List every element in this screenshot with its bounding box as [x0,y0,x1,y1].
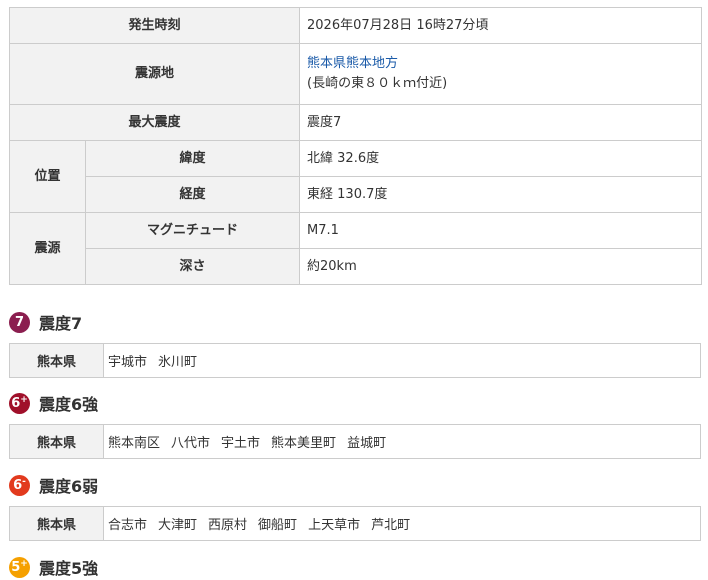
section-heading: 6 + 震度6強 [9,391,701,415]
epicenter-value: 熊本県熊本地方 (長崎の東８０ｋｍ付近) [299,43,703,105]
area-row: 熊本県 合志市 大津町 西原村 御船町 上天草市 芦北町 [9,506,701,541]
section-heading: 7 震度7 [9,310,701,334]
longitude-label: 経度 [84,176,301,213]
area-row: 熊本県 宇城市 氷川町 [9,343,701,378]
city-item: 氷川町 [158,355,198,370]
section-title: 震度7 [39,314,83,333]
row-longitude: 経度 東経 130.7度 [10,176,703,213]
max-intensity-label: 最大震度 [8,104,301,141]
intensity-section-6-lower: 6- 震度6弱 熊本県 合志市 大津町 西原村 御船町 上天草市 芦北町 [9,473,701,541]
section-heading: 5 + 震度5強 [9,555,701,579]
source-label: 震源 [9,212,86,285]
epicenter-label: 震源地 [8,43,301,105]
prefecture-label: 熊本県 [10,425,104,458]
intensity-badge-icon: 6 + [9,392,30,414]
occurrence-value: 2026年07月28日 16時27分頃 [299,7,703,44]
occurrence-label: 発生時刻 [8,7,301,44]
city-item: 八代市 [171,436,211,451]
prefecture-label: 熊本県 [10,344,104,377]
depth-label: 深さ [84,248,301,285]
latitude-value: 北緯 32.6度 [299,140,703,177]
latitude-label: 緯度 [84,140,301,177]
section-title: 震度5強 [39,559,99,578]
city-item: 宇城市 [108,355,148,370]
city-item: 熊本南区 [108,436,161,451]
city-list: 熊本南区 八代市 宇土市 熊本美里町 益城町 [104,425,700,458]
city-item: 御船町 [258,518,298,533]
prefecture-label: 熊本県 [10,507,104,540]
city-item: 宇土市 [221,436,261,451]
row-epicenter: 震源地 熊本県熊本地方 (長崎の東８０ｋｍ付近) [8,43,703,105]
quake-info-table: 発生時刻 2026年07月28日 16時27分頃 震源地 熊本県熊本地方 (長崎… [8,7,703,285]
section-title: 震度6弱 [39,477,99,496]
section-heading: 6- 震度6弱 [9,473,701,497]
intensity-section-7: 7 震度7 熊本県 宇城市 氷川町 [9,310,701,378]
city-item: 合志市 [108,518,148,533]
intensity-section-5-upper: 5 + 震度5強 [9,555,701,579]
city-item: 芦北町 [371,518,411,533]
intensity-section-6-upper: 6 + 震度6強 熊本県 熊本南区 八代市 宇土市 熊本美里町 益城町 [9,391,701,459]
epicenter-link[interactable]: 熊本県熊本地方 [307,56,398,71]
row-occurrence: 発生時刻 2026年07月28日 16時27分頃 [8,7,703,44]
depth-value: 約20km [299,248,703,285]
magnitude-value: M7.1 [299,212,703,249]
row-magnitude: 震源 マグニチュード M7.1 [9,212,703,285]
city-list: 宇城市 氷川町 [104,344,700,377]
intensity-badge-icon: 5 + [9,556,30,578]
area-row: 熊本県 熊本南区 八代市 宇土市 熊本美里町 益城町 [9,424,701,459]
city-list: 合志市 大津町 西原村 御船町 上天草市 芦北町 [104,507,700,540]
epicenter-note: (長崎の東８０ｋｍ付近) [307,76,448,91]
city-item: 益城町 [347,436,387,451]
max-intensity-value: 震度7 [299,104,703,141]
earthquake-report: 発生時刻 2026年07月28日 16時27分頃 震源地 熊本県熊本地方 (長崎… [0,0,708,580]
longitude-value: 東経 130.7度 [299,176,703,213]
city-item: 熊本美里町 [271,436,337,451]
intensity-badge-icon: 7 [9,311,30,333]
position-label: 位置 [9,140,86,213]
city-item: 西原村 [208,518,248,533]
row-max-intensity: 最大震度 震度7 [8,104,703,141]
row-depth: 深さ 約20km [10,248,703,285]
row-latitude: 位置 緯度 北緯 32.6度 [9,140,703,213]
city-item: 大津町 [158,518,198,533]
magnitude-label: マグニチュード [84,212,301,249]
section-title: 震度6強 [39,395,99,414]
city-item: 上天草市 [308,518,361,533]
intensity-badge-icon: 6- [9,474,30,496]
